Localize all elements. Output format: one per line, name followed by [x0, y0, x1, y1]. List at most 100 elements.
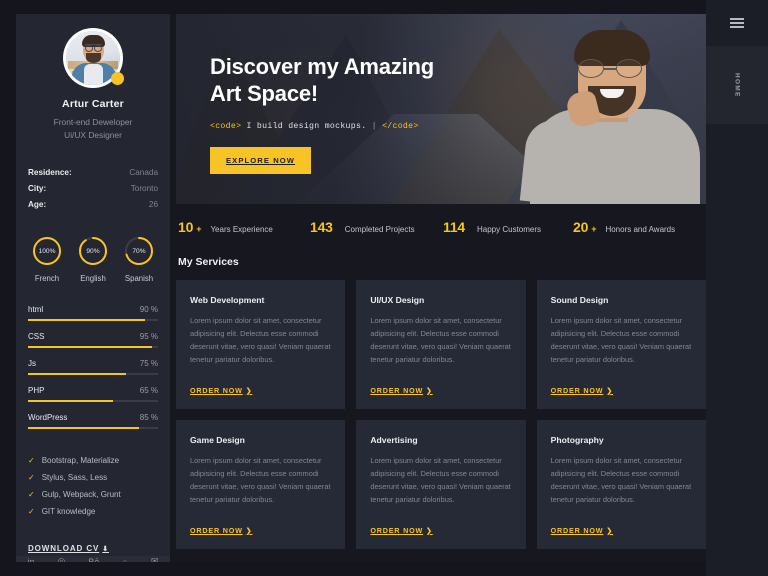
service-title: Web Development: [190, 295, 265, 305]
linkedin-icon[interactable]: in: [28, 557, 35, 562]
skill-track: [28, 373, 158, 376]
check-icon: ✓: [28, 489, 35, 499]
hero-title-line1: Discover my Amazing: [210, 54, 435, 79]
service-card[interactable]: Advertising Lorem ipsum dolor sit amet, …: [356, 420, 526, 549]
service-description: Lorem ipsum dolor sit amet, consectetur …: [370, 456, 511, 504]
stat-label: Honors and Awards: [605, 225, 676, 234]
order-now-button[interactable]: ORDER NOW ❯: [370, 386, 511, 395]
skill-row: CSS 95 %: [28, 332, 158, 349]
list-item: ✓ Stylus, Sass, Less: [28, 473, 158, 482]
skill-percent: 65 %: [139, 386, 158, 396]
skill-name: Js: [28, 359, 36, 369]
instagram-icon[interactable]: ◎: [58, 556, 66, 562]
right-nav-rail: HOME: [706, 0, 768, 576]
check-icon: ✓: [28, 455, 35, 465]
language-label: French: [34, 274, 60, 284]
order-now-button[interactable]: ORDER NOW ❯: [551, 386, 692, 395]
skill-percent: 85 %: [139, 413, 158, 423]
order-now-button[interactable]: ORDER NOW ❯: [551, 526, 692, 535]
social-links: in ◎ Bē ○ ✉: [16, 556, 170, 562]
order-now-button[interactable]: ORDER NOW ❯: [370, 526, 511, 535]
hero-portrait: [516, 14, 706, 204]
ring-value: 90%: [86, 247, 100, 255]
knowledge-label: Bootstrap, Materialize: [41, 456, 120, 466]
service-card[interactable]: Photography Lorem ipsum dolor sit amet, …: [536, 420, 706, 549]
hero-text-block: Discover my Amazing Art Space! <code> I …: [210, 54, 510, 174]
skill-track: [28, 319, 158, 322]
hero-title-line2: Art Space!: [210, 80, 319, 106]
service-card[interactable]: UI/UX Design Lorem ipsum dolor sit amet,…: [356, 280, 526, 409]
stat-item: 114 Happy Customers: [443, 219, 573, 235]
knowledge-label: Gulp, Webpack, Grunt: [41, 490, 121, 500]
skill-percent: 95 %: [139, 332, 158, 342]
skill-fill: [28, 319, 145, 322]
portfolio-page: Artur Carter Front-end Deweloper Ui/UX D…: [0, 0, 768, 576]
knowledge-label: GIT knowledge: [41, 507, 96, 517]
list-item: ✓ Gulp, Webpack, Grunt: [28, 490, 158, 499]
order-now-label: ORDER NOW: [550, 386, 604, 395]
profile-name: Artur Carter: [62, 98, 124, 110]
service-description: Lorem ipsum dolor sit amet, consectetur …: [550, 456, 692, 504]
hero-subtitle-text: I build design mockups.: [246, 121, 367, 131]
stat-plus: +: [196, 224, 202, 234]
stat-label: Happy Customers: [477, 225, 542, 234]
page-top-edge: [0, 0, 768, 14]
behance-icon[interactable]: Bē: [88, 557, 99, 562]
order-now-label: ORDER NOW: [370, 526, 424, 535]
profile-role: Front-end Deweloper Ui/UX Designer: [28, 116, 158, 142]
ring-value: 70%: [132, 247, 146, 255]
info-row: Residence: Canada: [28, 168, 158, 177]
order-now-label: ORDER NOW: [190, 386, 243, 395]
order-now-button[interactable]: ORDER NOW ❯: [190, 526, 331, 535]
profile-role-line2: Ui/UX Designer: [64, 130, 122, 141]
skill-percent: 90 %: [139, 305, 158, 315]
twitter-icon[interactable]: ✉: [151, 556, 159, 562]
info-key: Residence:: [28, 168, 72, 178]
progress-ring: 100%: [31, 235, 63, 267]
stat-number: 114: [443, 219, 465, 235]
list-item: ✓ GIT knowledge: [28, 507, 158, 516]
download-cv-button[interactable]: DOWNLOAD CV ⬇: [28, 544, 109, 553]
service-description: Lorem ipsum dolor sit amet, consectetur …: [550, 316, 692, 364]
menu-toggle-button[interactable]: [706, 0, 768, 46]
info-value: Canada: [129, 168, 158, 178]
service-card[interactable]: Game Design Lorem ipsum dolor sit amet, …: [176, 420, 346, 549]
skill-row: PHP 65 %: [28, 386, 158, 403]
check-icon: ✓: [28, 506, 35, 516]
nav-item-home[interactable]: HOME: [706, 46, 768, 124]
explore-now-button[interactable]: EXPLORE NOW: [210, 146, 312, 174]
code-open-tag: <code>: [210, 121, 242, 131]
ring-value: 100%: [38, 247, 56, 255]
stat-item: 10 + Years Experience: [178, 219, 310, 235]
skill-name: html: [28, 305, 44, 315]
stat-item: 143 Completed Projects: [310, 219, 443, 235]
profile-header: Artur Carter Front-end Deweloper Ui/UX D…: [16, 14, 170, 156]
download-icon: ⬇: [102, 546, 109, 554]
profile-role-line1: Front-end Deweloper: [53, 117, 133, 127]
order-now-button[interactable]: ORDER NOW ❯: [190, 386, 331, 395]
skill-track: [28, 400, 158, 403]
progress-ring: 90%: [77, 235, 109, 267]
service-title: Sound Design: [550, 295, 609, 305]
service-card[interactable]: Web Development Lorem ipsum dolor sit am…: [176, 280, 346, 409]
service-card[interactable]: Sound Design Lorem ipsum dolor sit amet,…: [536, 280, 706, 409]
stat-number: 20: [573, 219, 589, 235]
stat-number: 143: [310, 219, 333, 235]
hamburger-icon: [730, 16, 744, 30]
nav-item-home-label: HOME: [733, 72, 741, 98]
github-icon[interactable]: ○: [122, 557, 127, 562]
typing-caret: |: [371, 121, 377, 131]
language-skills: 100% French 90% English 70% Spanish: [16, 221, 170, 295]
knowledge-label: Stylus, Sass, Less: [41, 473, 108, 483]
stat-item: 20 + Honors and Awards: [573, 219, 675, 235]
info-key: Age:: [28, 200, 47, 210]
skill-percent: 75 %: [139, 359, 158, 369]
skill-bars: html 90 % CSS 95 % Js 75 % PHP 65 % Word…: [16, 295, 170, 446]
info-row: City: Toronto: [28, 184, 158, 193]
language-item: 70% Spanish: [119, 235, 159, 283]
page-bottom-edge: [0, 562, 768, 576]
service-title: Advertising: [370, 435, 418, 445]
service-description: Lorem ipsum dolor sit amet, consectetur …: [370, 316, 511, 364]
skill-fill: [28, 373, 126, 376]
chevron-right-icon: ❯: [606, 388, 614, 395]
